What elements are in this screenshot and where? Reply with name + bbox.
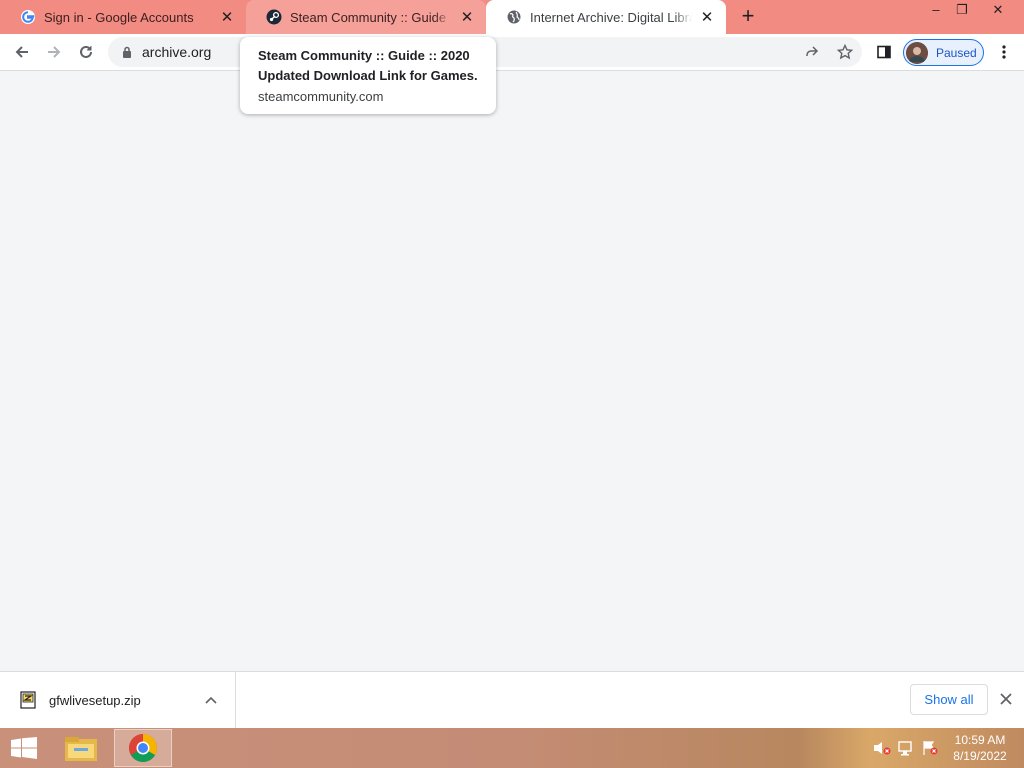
hover-card-domain: steamcommunity.com (258, 89, 384, 104)
side-panel-icon (877, 45, 891, 59)
taskbar: 10:59 AM 8/19/2022 (0, 728, 1024, 768)
steam-icon (266, 9, 282, 25)
browser-toolbar: archive.org Paused (0, 34, 1024, 71)
volume-muted-icon[interactable] (872, 728, 892, 768)
reload-icon (80, 45, 92, 58)
folder-icon (65, 737, 97, 761)
menu-button[interactable] (990, 38, 1018, 66)
tab-steam-community[interactable]: Steam Community :: Guide :: 2020 Updated… (246, 0, 486, 34)
clock-date: 8/19/2022 (953, 749, 1007, 763)
globe-icon (506, 9, 522, 25)
reload-button[interactable] (72, 38, 100, 66)
share-icon (806, 46, 819, 56)
tab-strip: Sign in - Google Accounts ✕ Steam Commun… (0, 0, 1024, 34)
side-panel-button[interactable] (870, 38, 898, 66)
share-button[interactable] (798, 38, 826, 66)
close-icon[interactable]: ✕ (698, 8, 716, 26)
system-clock[interactable]: 10:59 AM 8/19/2022 (942, 732, 1018, 764)
close-window-button[interactable]: ✕ (981, 0, 1015, 22)
tab-title: Sign in - Google Accounts (44, 9, 194, 25)
profile-status: Paused (936, 45, 977, 60)
start-button[interactable] (0, 728, 48, 768)
more-vert-icon (1002, 45, 1006, 59)
forward-button[interactable] (40, 38, 68, 66)
chrome-icon (129, 734, 157, 762)
show-all-button[interactable]: Show all (910, 684, 988, 715)
back-button[interactable] (8, 38, 36, 66)
windows-logo-icon (11, 737, 37, 759)
google-icon (20, 9, 36, 25)
hover-card-title-line1: Steam Community :: Guide :: 2020 (258, 48, 470, 63)
hover-card-title-line2: Updated Download Link for Games... (258, 68, 478, 83)
taskbar-file-explorer[interactable] (52, 729, 110, 767)
url-text: archive.org (142, 44, 212, 60)
avatar (906, 41, 928, 64)
tab-title: Steam Community :: Guide :: 2020 Updated… (290, 9, 452, 25)
action-center-flag-icon[interactable] (920, 728, 940, 768)
arrow-left-icon (15, 46, 28, 58)
new-tab-button[interactable]: + (736, 5, 760, 29)
taskbar-chrome[interactable] (114, 729, 172, 767)
tab-google-accounts[interactable]: Sign in - Google Accounts ✕ (0, 0, 246, 34)
download-item[interactable]: gfwlivesetup.zip (0, 672, 236, 728)
chevron-up-icon[interactable] (201, 690, 221, 710)
downloads-shelf: gfwlivesetup.zip Show all (0, 671, 1024, 728)
clock-time: 10:59 AM (954, 733, 1006, 747)
restore-button[interactable]: ❐ (945, 0, 979, 22)
download-file-name: gfwlivesetup.zip (49, 692, 141, 708)
lock-icon (120, 45, 134, 59)
close-shelf-button[interactable] (996, 689, 1016, 709)
close-icon (1000, 693, 1012, 705)
tab-title: Internet Archive: Digital Library of Fre… (530, 9, 692, 25)
close-icon[interactable]: ✕ (218, 8, 236, 26)
tab-hover-card: Steam Community :: Guide :: 2020 Updated… (240, 37, 496, 114)
network-icon[interactable] (896, 728, 916, 768)
page-content (0, 71, 1024, 671)
arrow-right-icon (48, 46, 61, 58)
tab-internet-archive[interactable]: Internet Archive: Digital Library of Fre… (486, 0, 726, 34)
close-icon[interactable]: ✕ (458, 8, 476, 26)
zip-file-icon (20, 691, 36, 709)
bookmark-button[interactable] (831, 38, 859, 66)
profile-button[interactable]: Paused (903, 39, 984, 66)
star-icon (837, 44, 853, 60)
